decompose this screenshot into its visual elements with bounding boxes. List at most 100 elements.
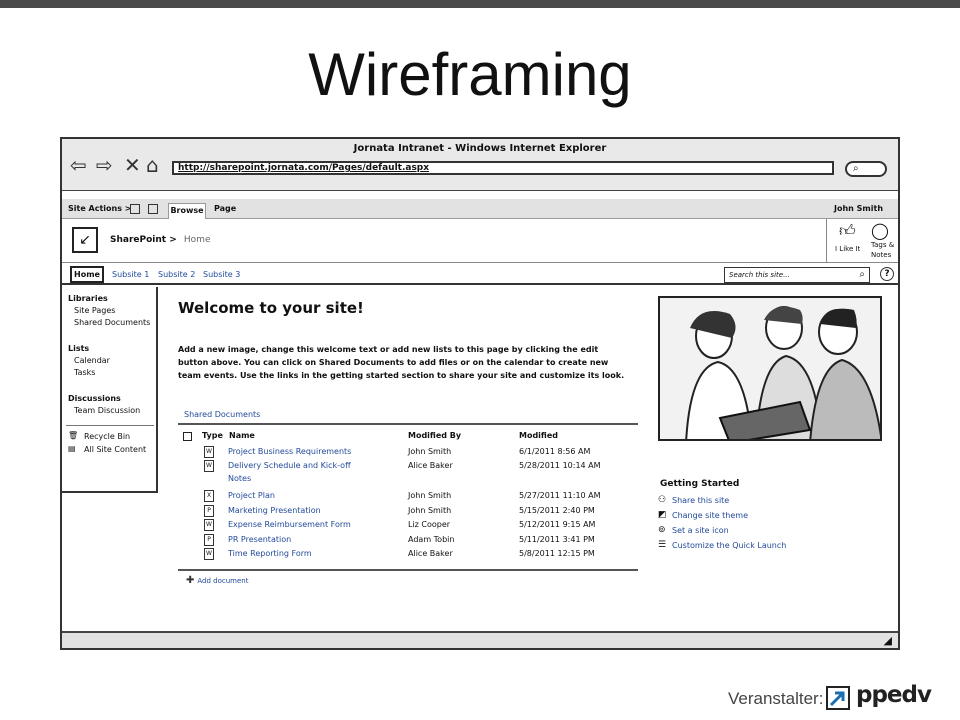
site-actions-menu[interactable]: Site Actions >	[68, 204, 131, 213]
browser-search-box[interactable]: ⌕	[845, 161, 887, 177]
page-icon[interactable]	[148, 204, 158, 214]
select-all-checkbox[interactable]	[183, 432, 192, 441]
column-header-modified[interactable]: Modified	[519, 431, 558, 440]
gs-customize-quick-launch[interactable]: Customize the Quick Launch	[672, 541, 786, 550]
like-label[interactable]: I Like It	[835, 245, 860, 253]
gs-share-site[interactable]: Share this site	[672, 496, 729, 505]
ql-item-shared-documents[interactable]: Shared Documents	[74, 318, 150, 327]
pdf-doc-icon: P	[204, 505, 214, 517]
row-name[interactable]: Project Business Requirements	[228, 445, 358, 458]
help-icon[interactable]: ?	[880, 267, 894, 281]
sharepoint-ribbon: Site Actions > Browse Page John Smith	[62, 199, 898, 220]
breadcrumb-home[interactable]: Home	[184, 235, 211, 245]
ql-divider	[66, 425, 154, 426]
site-header: ↙ SharePoint > Home 👍︎ ◯ I Like It Tags …	[62, 219, 898, 263]
site-logo-icon[interactable]: ↙	[72, 227, 98, 253]
social-actions: 👍︎ ◯ I Like It Tags & Notes	[826, 219, 898, 263]
share-people-icon: ⚇	[658, 495, 667, 505]
ql-item-site-pages[interactable]: Site Pages	[74, 306, 115, 315]
row-name[interactable]: Expense Reimbursement Form	[228, 518, 358, 531]
team-photo-sketch	[660, 298, 880, 439]
ppedv-logo-icon	[826, 686, 850, 710]
word-doc-icon: W	[204, 446, 214, 458]
resize-grip-icon[interactable]: ◢	[884, 634, 892, 647]
ql-item-team-discussion[interactable]: Team Discussion	[74, 406, 140, 415]
quick-launch: Libraries Site Pages Shared Documents Li…	[62, 287, 158, 493]
row-name-continued[interactable]: Notes	[228, 472, 358, 485]
word-doc-icon: W	[204, 548, 214, 560]
list-settings-icon: ☰	[658, 540, 667, 550]
row-modified: 5/8/2011 12:15 PM	[519, 549, 595, 558]
nav-subsite-1[interactable]: Subsite 1	[112, 270, 149, 279]
library-top-rule	[178, 423, 638, 425]
row-modified: 6/1/2011 8:56 AM	[519, 447, 591, 456]
add-document-link[interactable]: ✚ Add document	[186, 575, 249, 586]
gs-change-theme[interactable]: Change site theme	[672, 511, 748, 520]
browser-status-bar: ◢	[62, 631, 898, 648]
row-modified-by: John Smith	[408, 491, 452, 500]
tab-browse[interactable]: Browse	[168, 203, 206, 220]
row-name[interactable]: Time Reporting Form	[228, 547, 358, 560]
row-modified-by: Adam Tobin	[408, 535, 455, 544]
ql-item-all-site-content[interactable]: All Site Content	[84, 445, 146, 454]
nav-subsite-2[interactable]: Subsite 2	[158, 270, 195, 279]
tags-label-line-1[interactable]: Tags &	[871, 241, 894, 249]
forward-arrow-icon[interactable]: ⇨	[96, 155, 113, 175]
add-icon: ✚	[186, 575, 195, 586]
welcome-text: Add a new image, change this welcome tex…	[178, 345, 625, 380]
back-arrow-icon[interactable]: ⇦	[70, 155, 87, 175]
site-search-input[interactable]: Search this site... ⌕	[724, 267, 870, 283]
excel-doc-icon: X	[204, 490, 214, 502]
word-doc-icon: W	[204, 460, 214, 472]
ql-heading-discussions[interactable]: Discussions	[68, 394, 121, 403]
folder-icon[interactable]	[130, 204, 140, 214]
theme-icon: ◩	[658, 510, 667, 520]
ql-item-calendar[interactable]: Calendar	[74, 356, 110, 365]
nav-subsite-3[interactable]: Subsite 3	[203, 270, 240, 279]
row-modified: 5/12/2011 9:15 AM	[519, 520, 596, 529]
breadcrumb-site[interactable]: SharePoint >	[110, 235, 177, 245]
thumbs-up-icon[interactable]: 👍︎	[839, 221, 856, 241]
address-bar[interactable]: http://sharepoint.jornata.com/Pages/defa…	[172, 161, 834, 175]
column-header-type[interactable]: Type	[202, 431, 223, 440]
tags-label-line-2[interactable]: Notes	[871, 251, 891, 259]
row-name[interactable]: Marketing Presentation	[228, 504, 358, 517]
row-modified: 5/11/2011 3:41 PM	[519, 535, 595, 544]
ql-heading-lists[interactable]: Lists	[68, 344, 89, 353]
row-modified: 5/15/2011 2:40 PM	[519, 506, 595, 515]
search-icon: ⌕	[853, 163, 859, 174]
magnifier-icon[interactable]: ⌕	[859, 268, 865, 282]
ql-heading-libraries[interactable]: Libraries	[68, 294, 108, 303]
welcome-title: Welcome to your site!	[178, 299, 364, 317]
slide-top-bar	[0, 0, 960, 8]
row-name[interactable]: PR Presentation	[228, 533, 358, 546]
row-modified-by: Alice Baker	[408, 461, 453, 470]
ql-item-recycle-bin[interactable]: Recycle Bin	[84, 432, 130, 441]
row-name[interactable]: Delivery Schedule and Kick-off	[228, 459, 358, 472]
row-modified-by: Alice Baker	[408, 549, 453, 558]
column-header-name[interactable]: Name	[229, 431, 255, 440]
ql-item-tasks[interactable]: Tasks	[74, 368, 95, 377]
home-icon[interactable]: ⌂	[146, 155, 159, 175]
browser-window-mockup: Jornata Intranet - Windows Internet Expl…	[60, 137, 900, 650]
getting-started-title: Getting Started	[660, 479, 740, 489]
nav-home[interactable]: Home	[70, 266, 104, 283]
slide-title: Wireframing	[308, 41, 632, 108]
stop-icon[interactable]: ✕	[124, 155, 141, 175]
recycle-bin-icon: 🗑︎	[68, 431, 79, 440]
word-doc-icon: W	[204, 519, 214, 531]
row-modified-by: Liz Cooper	[408, 520, 451, 529]
welcome-image	[658, 296, 882, 441]
ppedv-logo-text: ppedv	[856, 682, 932, 708]
row-name[interactable]: Project Plan	[228, 489, 358, 502]
row-modified-by: John Smith	[408, 447, 452, 456]
add-document-label: Add document	[197, 577, 249, 585]
tab-page[interactable]: Page	[214, 204, 236, 213]
column-header-modified-by[interactable]: Modified By	[408, 431, 461, 440]
gs-set-site-icon[interactable]: Set a site icon	[672, 526, 729, 535]
row-modified: 5/27/2011 11:10 AM	[519, 491, 601, 500]
user-menu[interactable]: John Smith	[834, 204, 883, 213]
library-title[interactable]: Shared Documents	[184, 410, 260, 419]
tag-speech-icon[interactable]: ◯	[871, 221, 889, 240]
top-navigation: Home Subsite 1 Subsite 2 Subsite 3 Searc…	[62, 265, 898, 285]
